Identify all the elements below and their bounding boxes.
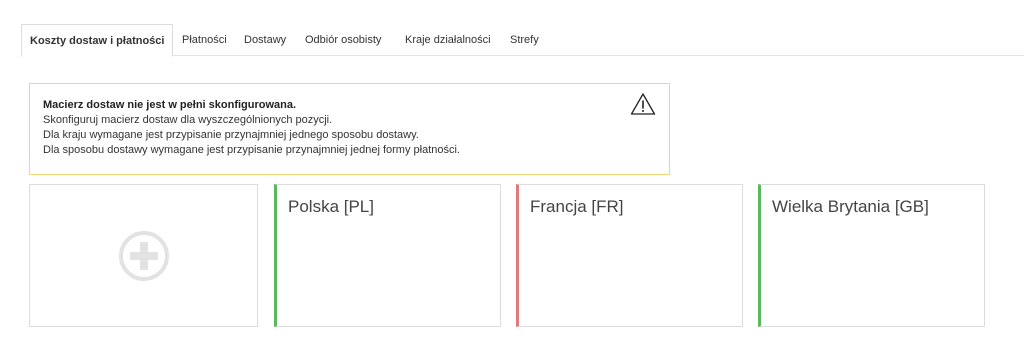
tab-bar: Koszty dostaw i płatności Płatności Dost… [21,24,1024,57]
country-name: Wielka Brytania [GB] [772,197,929,216]
tab-deliveries[interactable]: Dostawy [236,24,294,56]
alert-line: Dla kraju wymagane jest przypisanie przy… [43,129,419,141]
add-country-card[interactable] [29,184,258,327]
country-card-fr[interactable]: Francja [FR] [516,184,743,327]
alert-title: Macierz dostaw nie jest w pełni skonfigu… [43,99,297,111]
warning-icon [630,93,656,115]
tab-payments[interactable]: Płatności [174,24,235,56]
country-card-pl[interactable]: Polska [PL] [274,184,501,327]
country-card-gb[interactable]: Wielka Brytania [GB] [758,184,985,327]
plus-circle-icon [118,230,169,281]
country-name: Polska [PL] [288,197,374,216]
tab-zones[interactable]: Strefy [502,24,547,56]
alert-line: Skonfiguruj macierz dostaw dla wyszczegó… [43,114,333,126]
country-name: Francja [FR] [530,197,624,216]
tab-personal-pickup[interactable]: Odbiór osobisty [297,24,389,56]
tab-countries[interactable]: Kraje działalności [397,24,499,56]
tab-shipping-costs[interactable]: Koszty dostaw i płatności [21,24,174,57]
warning-alert: Macierz dostaw nie jest w pełni skonfigu… [29,83,670,175]
alert-line: Dla sposobu dostawy wymagane jest przypi… [43,144,460,156]
